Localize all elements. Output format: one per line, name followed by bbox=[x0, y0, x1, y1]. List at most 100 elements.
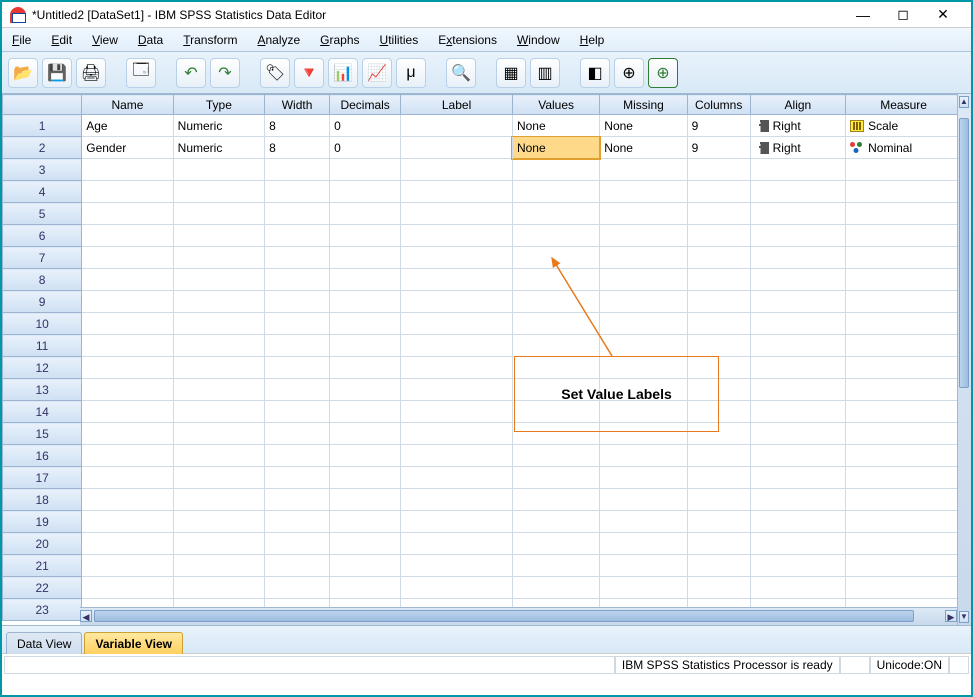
goto-variable-icon[interactable]: 🔻 bbox=[294, 58, 324, 88]
minimize-button[interactable]: — bbox=[843, 4, 883, 26]
menu-transform[interactable]: Transform bbox=[183, 33, 237, 47]
cell-name[interactable]: Gender bbox=[82, 137, 173, 159]
vertical-scrollbar[interactable]: ▲ ▼ bbox=[957, 94, 971, 625]
empty-cell[interactable] bbox=[512, 335, 599, 357]
empty-cell[interactable] bbox=[265, 423, 330, 445]
empty-cell[interactable] bbox=[265, 511, 330, 533]
empty-cell[interactable] bbox=[173, 467, 264, 489]
row-number[interactable]: 19 bbox=[3, 511, 82, 533]
col-missing[interactable]: Missing bbox=[600, 95, 687, 115]
row-number[interactable]: 11 bbox=[3, 335, 82, 357]
empty-cell[interactable] bbox=[82, 577, 173, 599]
col-type[interactable]: Type bbox=[173, 95, 264, 115]
select-cases-icon[interactable]: ⊕ bbox=[648, 58, 678, 88]
empty-cell[interactable] bbox=[750, 533, 845, 555]
table-row[interactable]: 6 bbox=[3, 225, 962, 247]
table-row[interactable]: 20 bbox=[3, 533, 962, 555]
empty-cell[interactable] bbox=[687, 247, 750, 269]
empty-cell[interactable] bbox=[512, 555, 599, 577]
empty-cell[interactable] bbox=[265, 159, 330, 181]
empty-cell[interactable] bbox=[330, 181, 401, 203]
col-width[interactable]: Width bbox=[265, 95, 330, 115]
empty-cell[interactable] bbox=[401, 401, 513, 423]
empty-cell[interactable] bbox=[750, 225, 845, 247]
cell-align[interactable]: Right bbox=[750, 115, 845, 137]
table-row[interactable]: 8 bbox=[3, 269, 962, 291]
empty-cell[interactable] bbox=[687, 577, 750, 599]
empty-cell[interactable] bbox=[750, 269, 845, 291]
table-row[interactable]: 2GenderNumeric80NoneNone9RightNominal bbox=[3, 137, 962, 159]
scroll-thumb-h[interactable] bbox=[94, 610, 914, 622]
empty-cell[interactable] bbox=[173, 379, 264, 401]
cell-width[interactable]: 8 bbox=[265, 115, 330, 137]
empty-cell[interactable] bbox=[512, 203, 599, 225]
empty-cell[interactable] bbox=[330, 511, 401, 533]
table-row[interactable]: 4 bbox=[3, 181, 962, 203]
empty-cell[interactable] bbox=[687, 291, 750, 313]
empty-cell[interactable] bbox=[330, 269, 401, 291]
empty-cell[interactable] bbox=[750, 291, 845, 313]
empty-cell[interactable] bbox=[401, 269, 513, 291]
empty-cell[interactable] bbox=[173, 159, 264, 181]
empty-cell[interactable] bbox=[600, 225, 687, 247]
empty-cell[interactable] bbox=[600, 291, 687, 313]
row-number[interactable]: 16 bbox=[3, 445, 82, 467]
empty-cell[interactable] bbox=[330, 313, 401, 335]
table-row[interactable]: 14 bbox=[3, 401, 962, 423]
empty-cell[interactable] bbox=[687, 489, 750, 511]
empty-cell[interactable] bbox=[846, 533, 962, 555]
empty-cell[interactable] bbox=[330, 379, 401, 401]
empty-cell[interactable] bbox=[265, 533, 330, 555]
empty-cell[interactable] bbox=[846, 467, 962, 489]
col-measure[interactable]: Measure bbox=[846, 95, 962, 115]
empty-cell[interactable] bbox=[687, 467, 750, 489]
redo-icon[interactable]: ↷ bbox=[210, 58, 240, 88]
empty-cell[interactable] bbox=[330, 357, 401, 379]
menu-analyze[interactable]: Analyze bbox=[257, 33, 300, 47]
empty-cell[interactable] bbox=[846, 401, 962, 423]
empty-cell[interactable] bbox=[600, 555, 687, 577]
empty-cell[interactable] bbox=[82, 511, 173, 533]
menu-graphs[interactable]: Graphs bbox=[320, 33, 359, 47]
empty-cell[interactable] bbox=[330, 423, 401, 445]
table-row[interactable]: 12 bbox=[3, 357, 962, 379]
empty-cell[interactable] bbox=[265, 335, 330, 357]
empty-cell[interactable] bbox=[846, 181, 962, 203]
table-row[interactable]: 1AgeNumeric80NoneNone9RightScale bbox=[3, 115, 962, 137]
empty-cell[interactable] bbox=[512, 467, 599, 489]
empty-cell[interactable] bbox=[82, 269, 173, 291]
empty-cell[interactable] bbox=[600, 181, 687, 203]
scroll-left-icon[interactable]: ◀ bbox=[80, 610, 92, 622]
row-number[interactable]: 7 bbox=[3, 247, 82, 269]
empty-cell[interactable] bbox=[82, 467, 173, 489]
empty-cell[interactable] bbox=[330, 291, 401, 313]
empty-cell[interactable] bbox=[265, 445, 330, 467]
empty-cell[interactable] bbox=[600, 269, 687, 291]
row-number[interactable]: 22 bbox=[3, 577, 82, 599]
empty-cell[interactable] bbox=[687, 269, 750, 291]
scroll-thumb-v[interactable] bbox=[959, 118, 969, 388]
empty-cell[interactable] bbox=[265, 313, 330, 335]
table-row[interactable]: 5 bbox=[3, 203, 962, 225]
empty-cell[interactable] bbox=[82, 379, 173, 401]
empty-cell[interactable] bbox=[265, 401, 330, 423]
col-align[interactable]: Align bbox=[750, 95, 845, 115]
empty-cell[interactable] bbox=[265, 247, 330, 269]
empty-cell[interactable] bbox=[846, 225, 962, 247]
empty-cell[interactable] bbox=[750, 313, 845, 335]
empty-cell[interactable] bbox=[512, 511, 599, 533]
table-row[interactable]: 16 bbox=[3, 445, 962, 467]
empty-cell[interactable] bbox=[265, 291, 330, 313]
menu-utilities[interactable]: Utilities bbox=[380, 33, 419, 47]
empty-cell[interactable] bbox=[330, 577, 401, 599]
empty-cell[interactable] bbox=[846, 335, 962, 357]
cell-label[interactable] bbox=[401, 115, 513, 137]
empty-cell[interactable] bbox=[401, 181, 513, 203]
empty-cell[interactable] bbox=[401, 577, 513, 599]
empty-cell[interactable] bbox=[265, 225, 330, 247]
empty-cell[interactable] bbox=[173, 489, 264, 511]
empty-cell[interactable] bbox=[600, 247, 687, 269]
empty-cell[interactable] bbox=[846, 423, 962, 445]
empty-cell[interactable] bbox=[846, 379, 962, 401]
cell-name[interactable]: Age bbox=[82, 115, 173, 137]
